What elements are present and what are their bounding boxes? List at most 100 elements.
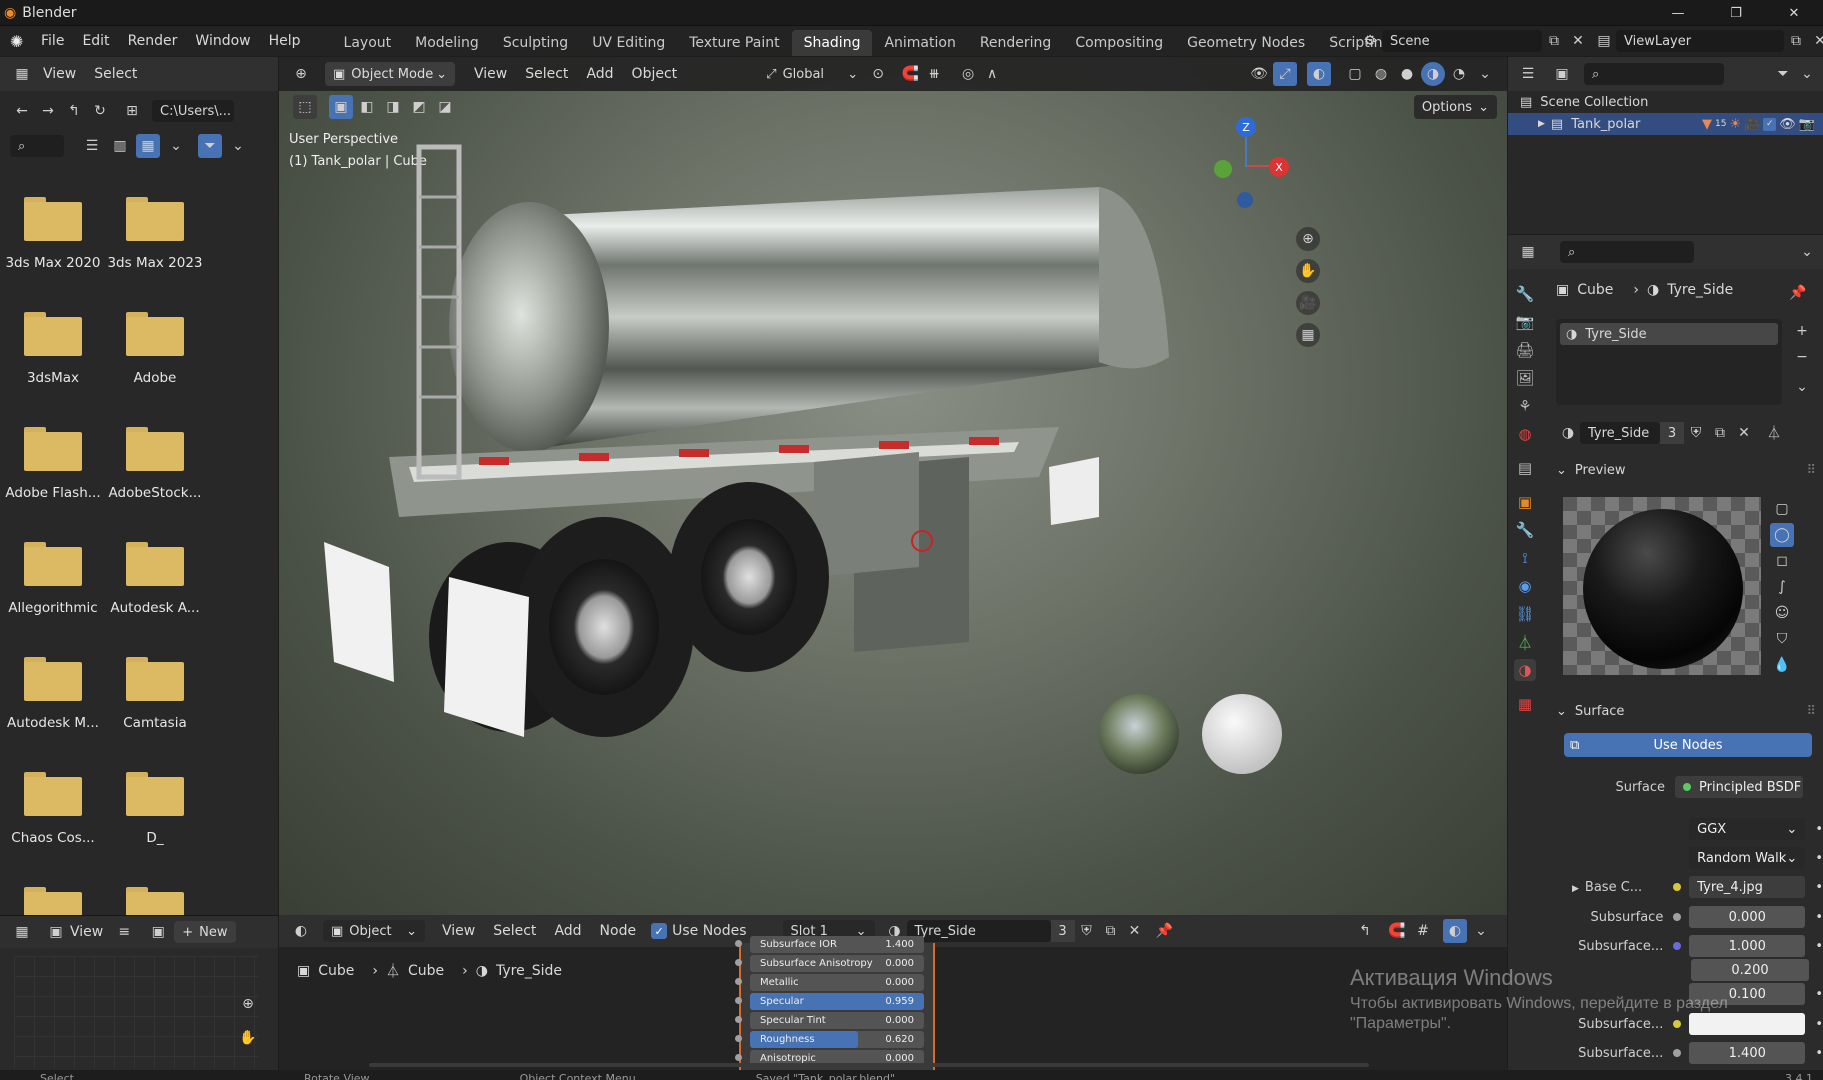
fake-user-shield-icon[interactable]: ⛨ [1075,919,1099,943]
subsurface-ior-field[interactable]: 1.400 [1689,1042,1806,1064]
object-tab-icon[interactable]: ▣ [1514,491,1536,513]
menu-render[interactable]: Render [119,33,187,49]
folder-item[interactable]: Allegorithmic [3,542,103,616]
snap-icon[interactable]: 🧲 [1385,919,1409,943]
duplicate-material-icon[interactable]: ⧉ [1099,919,1123,943]
folder-item[interactable]: Adobe Flash... [3,427,103,501]
duplicate-material-icon[interactable]: ⧉ [1708,421,1732,445]
fb-menu-view[interactable]: View [34,66,85,82]
options-dropdown-icon[interactable]: ⌄ [1795,240,1819,264]
refresh-icon[interactable]: ↻ [88,99,112,123]
node-socket-dot[interactable] [735,978,742,985]
overlay-dropdown-icon[interactable]: ⌄ [1469,919,1493,943]
zoom-icon[interactable]: ⊕ [1296,227,1320,251]
use-nodes-checkbox[interactable]: ✓ [651,923,668,939]
slot-menu-icon[interactable]: ⌄ [1790,375,1814,399]
preview-panel-header[interactable]: ⌄ Preview ⠿ [1556,457,1816,483]
surface-shader-field[interactable]: Principled BSDF [1675,776,1803,798]
folder-item[interactable]: Autodesk M... [3,657,103,731]
overlay-icon[interactable]: ◐ [1443,919,1467,943]
tab-sculpting[interactable]: Sculpting [491,30,580,56]
outliner-item-tank-polar[interactable]: ▶ ▤ Tank_polar ▼ 15 ☀ 🎥 ✓ 👁 📷 [1508,113,1823,135]
animate-dot[interactable]: • [1815,910,1823,925]
camera-render-icon[interactable]: 📷 [1799,117,1815,132]
preview-cube-icon[interactable]: ◻ [1770,549,1794,573]
material-tab-icon[interactable]: ◑ [1514,659,1536,681]
ne-menu-add[interactable]: Add [545,923,590,939]
tab-layout[interactable]: Layout [332,30,404,56]
editor-type-icon[interactable]: ▦ [10,62,34,86]
node-input-row[interactable]: Specular 0.959 [735,993,924,1010]
animate-dot[interactable]: • [1815,1017,1823,1032]
preview-cloth-icon[interactable]: ⛉ [1770,627,1794,651]
material-slot-item[interactable]: ◑ Tyre_Side [1560,323,1778,345]
pin-icon[interactable]: 📌 [1786,281,1810,305]
close-button[interactable]: ✕ [1765,6,1823,21]
new-image-button[interactable]: + New [174,921,236,943]
list-horizontal-icon[interactable]: ▥ [108,134,132,158]
node-input-row[interactable]: Roughness 0.620 [735,1031,924,1048]
menu-edit[interactable]: Edit [73,33,118,49]
node-input-row[interactable]: Specular Tint 0.000 [735,1012,924,1029]
new-folder-icon[interactable]: ⊞ [120,99,144,123]
folder-item[interactable] [105,887,205,915]
grid-perspective-icon[interactable]: ▦ [1296,323,1320,347]
material-datablock-field[interactable]: Tyre_Side [1580,422,1660,444]
scene-tab-icon[interactable]: ⚘ [1514,395,1536,417]
new-viewlayer-icon[interactable]: ⧉ [1784,29,1808,53]
navigation-gizmo[interactable]: Z X [1209,117,1289,208]
particles-tab-icon[interactable]: ⟟ [1514,547,1536,569]
tab-uv-editing[interactable]: UV Editing [580,30,677,56]
constraints-tab-icon[interactable]: ⛓ [1514,603,1536,625]
ne-menu-node[interactable]: Node [591,923,646,939]
node-socket-dot[interactable] [735,1016,742,1023]
folder-item[interactable]: Chaos Cos... [3,772,103,846]
tab-geometry-nodes[interactable]: Geometry Nodes [1175,30,1317,56]
thumbnails-icon[interactable]: ▦ [136,134,160,158]
modifier-tab-icon[interactable]: 🔧 [1514,519,1536,541]
folder-item[interactable]: Camtasia [105,657,205,731]
tab-animation[interactable]: Animation [872,30,967,56]
node-input-row[interactable]: Subsurface Anisotropy 0.000 [735,955,924,972]
base-color-texture-field[interactable]: Tyre_4.jpg [1689,876,1806,898]
output-tab-icon[interactable]: 🖨 [1514,339,1536,361]
axis-y-icon[interactable] [1214,160,1232,178]
blender-menu-icon[interactable]: ✺ [10,32,32,51]
editor-type-icon[interactable]: ▦ [10,920,34,944]
node-socket-dot[interactable] [735,997,742,1004]
folder-item[interactable]: 3dsMax [3,312,103,386]
eye-icon[interactable]: 👁 [1779,117,1796,132]
maximize-button[interactable]: ❐ [1707,6,1765,21]
tab-compositing[interactable]: Compositing [1063,30,1175,56]
menu-window[interactable]: Window [186,33,259,49]
preview-fluid-icon[interactable]: 💧 [1770,653,1794,677]
hamburger-icon[interactable]: ≡ [112,920,136,944]
ne-menu-view[interactable]: View [433,923,484,939]
folder-item[interactable]: AdobeStock... [105,427,205,501]
node-input-row[interactable]: Subsurface IOR 1.400 [735,936,924,953]
pin-icon[interactable]: 📌 [1153,919,1177,943]
node-socket-dot[interactable] [735,959,742,966]
unlink-material-icon[interactable]: ✕ [1123,919,1147,943]
material-name-field[interactable]: Tyre_Side [906,920,1051,942]
new-scene-icon[interactable]: ⧉ [1542,29,1566,53]
use-nodes-button[interactable]: ⧉ Use Nodes [1564,733,1812,757]
preview-flat-icon[interactable]: ▢ [1770,497,1794,521]
back-icon[interactable]: ← [10,99,34,123]
world-tab-icon[interactable]: ◍ [1514,423,1536,445]
folder-item[interactable]: 3ds Max 2023 [105,197,205,271]
filter-icon[interactable]: ⏷ [198,134,222,158]
folder-item[interactable] [3,887,103,915]
axis-negz-icon[interactable] [1237,192,1253,208]
include-checkbox[interactable]: ✓ [1763,117,1777,131]
parent-node-tree-icon[interactable]: ↰ [1353,919,1377,943]
path-field[interactable]: C:\Users\... [152,100,234,122]
viewlayer-name-field[interactable]: ViewLayer [1616,30,1784,52]
fb-menu-select[interactable]: Select [85,66,146,82]
subsurface-value-field[interactable]: 0.000 [1689,906,1806,928]
preview-hair-icon[interactable]: ∫ [1770,575,1794,599]
pan-hand-icon[interactable]: ✋ [1296,259,1320,283]
remove-slot-icon[interactable]: − [1790,345,1814,369]
fake-user-shield-icon[interactable]: ⛨ [1684,421,1708,445]
3d-viewport[interactable]: ⊕ ▣ Object Mode ⌄ View Select Add Object ⤢… [279,57,1507,915]
